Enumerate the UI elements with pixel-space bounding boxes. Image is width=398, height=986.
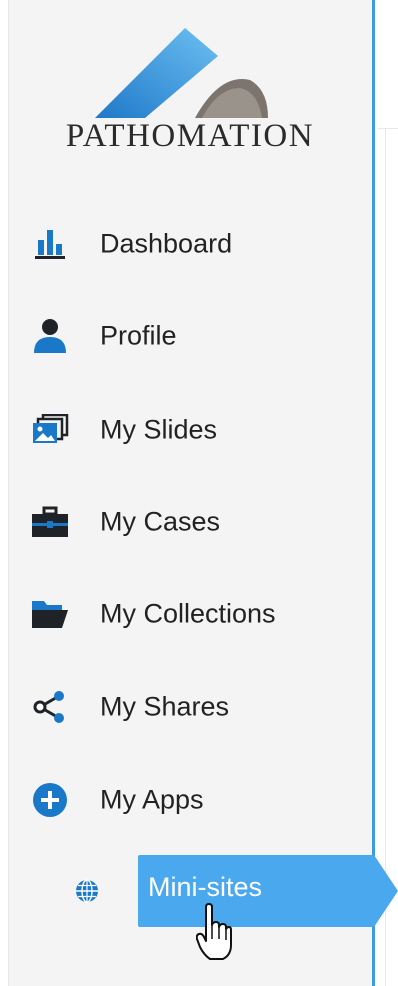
content-header-border [378,128,398,129]
briefcase-icon [30,502,70,542]
user-icon [30,316,70,356]
pathomation-logo-icon [95,28,268,118]
nav-item-my-cases[interactable]: My Cases [8,492,372,552]
globe-icon [72,876,102,906]
nav-label-my-slides: My Slides [100,414,218,445]
share-icon [30,687,70,727]
content-area [378,0,398,986]
bar-chart-icon [30,224,70,264]
hand-pointer-cursor-icon [195,903,232,970]
nav-label-profile: Profile [100,320,177,351]
nav-item-my-apps[interactable]: My Apps [8,770,372,830]
active-indicator-arrow [374,855,398,927]
nav-item-profile[interactable]: Profile [8,306,372,366]
brand-logo[interactable]: PATHOMATION [50,18,330,158]
nav-item-my-shares[interactable]: My Shares [8,677,372,737]
nav-label-my-apps: My Apps [100,784,204,815]
nav-label-my-shares: My Shares [100,691,230,722]
plus-circle-icon [30,780,70,820]
nav-item-my-collections[interactable]: My Collections [8,584,372,644]
sub-nav-label-mini-sites: Mini-sites [148,872,263,902]
nav-item-dashboard[interactable]: Dashboard [8,214,372,274]
brand-name: PATHOMATION [65,118,315,154]
sidebar-divider [372,0,375,986]
nav-label-my-cases: My Cases [100,506,221,537]
slides-icon [30,410,70,450]
folder-open-icon [30,594,70,634]
nav-item-my-slides[interactable]: My Slides [8,400,372,460]
nav-label-dashboard: Dashboard [100,228,233,259]
nav-label-my-collections: My Collections [100,598,276,629]
